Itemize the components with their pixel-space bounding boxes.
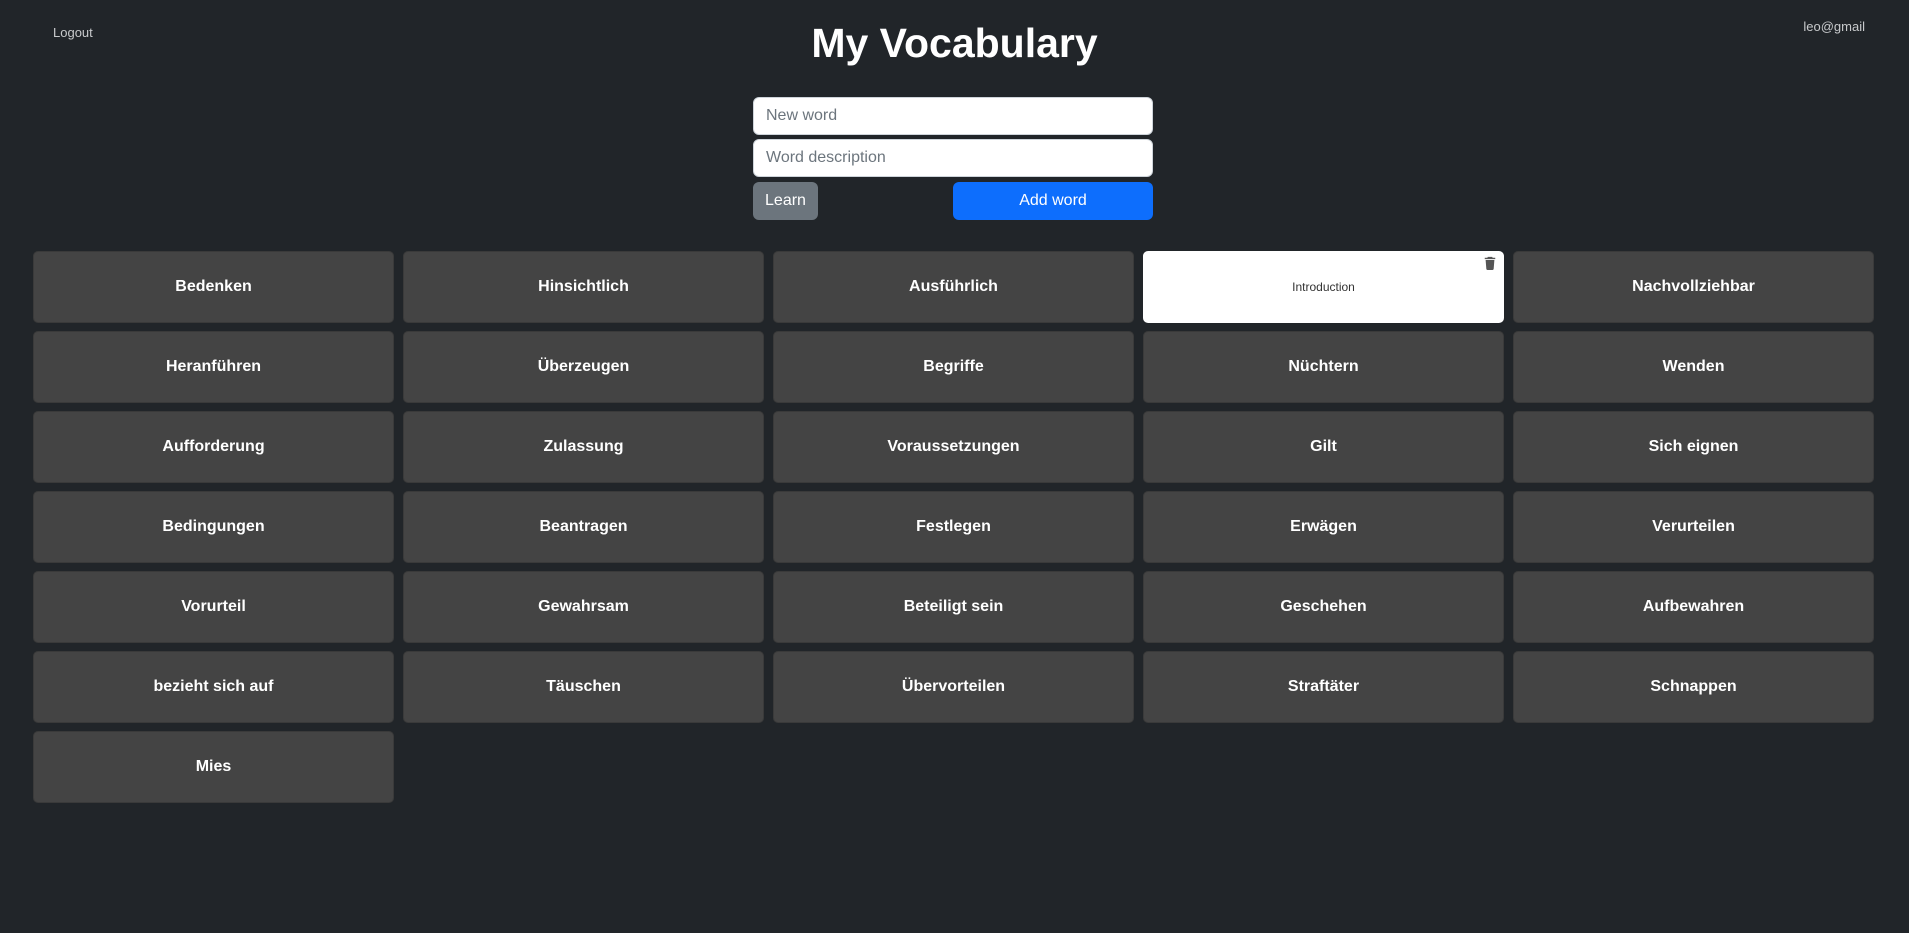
word-card[interactable]: Hinsichtlich <box>403 251 764 323</box>
word-card[interactable]: Begriffe <box>773 331 1134 403</box>
word-grid: Bedenken Hinsichtlich Ausführlich Introduct… <box>33 251 1874 803</box>
add-word-button[interactable]: Add word <box>953 182 1153 220</box>
word-card-label: Geschehen <box>1280 598 1367 615</box>
add-word-form: Learn Add word <box>753 97 1153 220</box>
word-card[interactable]: Sich eignen <box>1513 411 1874 483</box>
vocabulary-page: Logout My Vocabulary leo@gmail Learn Add… <box>0 0 1909 933</box>
word-card-label: Vorurteil <box>181 598 246 615</box>
word-card[interactable]: Vorurteil <box>33 571 394 643</box>
word-card[interactable]: Aufforderung <box>33 411 394 483</box>
word-card[interactable]: Introduction <box>1143 251 1504 323</box>
word-card[interactable]: Überzeugen <box>403 331 764 403</box>
word-card-label: Introduction <box>1292 280 1355 294</box>
word-card-label: Heranführen <box>165 358 262 375</box>
word-card[interactable]: Gewahrsam <box>403 571 764 643</box>
word-card-label: Nachvollziehbar <box>1632 278 1755 295</box>
word-card-label: bezieht sich auf <box>153 678 274 695</box>
user-email: leo@gmail <box>1803 19 1865 34</box>
word-card-label: Zulassung <box>543 438 624 455</box>
new-word-input[interactable] <box>753 97 1153 135</box>
word-card[interactable]: Übervorteilen <box>773 651 1134 723</box>
word-card[interactable]: Straftäter <box>1143 651 1504 723</box>
word-card-label: Nüchtern <box>1288 358 1359 375</box>
word-card-label: Sich eignen <box>1648 438 1739 455</box>
learn-button[interactable]: Learn <box>753 182 818 220</box>
word-card-label: Ausführlich <box>909 278 998 295</box>
word-card-label: Bedingungen <box>162 518 265 535</box>
word-card-label: Übervorteilen <box>901 678 1006 695</box>
word-card-label: Bedenken <box>175 278 252 295</box>
word-card[interactable]: Beteiligt sein <box>773 571 1134 643</box>
word-card[interactable]: Zulassung <box>403 411 764 483</box>
word-card-label: Beteiligt sein <box>903 598 1004 615</box>
word-card-label: Wenden <box>1662 358 1725 375</box>
trash-icon[interactable] <box>1483 256 1497 270</box>
word-card[interactable]: Festlegen <box>773 491 1134 563</box>
word-card-label: Schnappen <box>1650 678 1737 695</box>
form-actions: Learn Add word <box>753 182 1153 220</box>
word-card[interactable]: Heranführen <box>33 331 394 403</box>
word-description-input[interactable] <box>753 139 1153 177</box>
word-card-label: Aufforderung <box>162 438 265 455</box>
word-card-label: Verurteilen <box>1652 518 1735 535</box>
word-card-label: Straftäter <box>1287 678 1360 695</box>
page-title: My Vocabulary <box>811 20 1098 66</box>
word-card[interactable]: Geschehen <box>1143 571 1504 643</box>
word-card[interactable]: Ausführlich <box>773 251 1134 323</box>
word-card-label: Täuschen <box>546 678 621 695</box>
word-card[interactable]: Täuschen <box>403 651 764 723</box>
word-card[interactable]: Wenden <box>1513 331 1874 403</box>
word-card-label: Mies <box>195 758 232 775</box>
word-card-label: Gilt <box>1310 438 1337 455</box>
word-card-label: Aufbewahren <box>1642 598 1745 615</box>
word-card-label: Überzeugen <box>537 358 630 375</box>
word-card[interactable]: Verurteilen <box>1513 491 1874 563</box>
word-card[interactable]: Beantragen <box>403 491 764 563</box>
word-card-label: Beantragen <box>539 518 628 535</box>
word-card[interactable]: Mies <box>33 731 394 803</box>
word-card-label: Hinsichtlich <box>538 278 629 295</box>
word-card-label: Erwägen <box>1290 518 1357 535</box>
word-card[interactable]: Bedenken <box>33 251 394 323</box>
word-card[interactable]: Schnappen <box>1513 651 1874 723</box>
word-card[interactable]: bezieht sich auf <box>33 651 394 723</box>
word-card[interactable]: Nachvollziehbar <box>1513 251 1874 323</box>
word-card-label: Voraussetzungen <box>887 438 1020 455</box>
word-card[interactable]: Voraussetzungen <box>773 411 1134 483</box>
word-card-label: Begriffe <box>923 358 984 375</box>
word-card[interactable]: Nüchtern <box>1143 331 1504 403</box>
word-card[interactable]: Gilt <box>1143 411 1504 483</box>
word-card-label: Gewahrsam <box>538 598 629 615</box>
word-card[interactable]: Erwägen <box>1143 491 1504 563</box>
word-card[interactable]: Aufbewahren <box>1513 571 1874 643</box>
word-card-label: Festlegen <box>916 518 991 535</box>
word-card[interactable]: Bedingungen <box>33 491 394 563</box>
